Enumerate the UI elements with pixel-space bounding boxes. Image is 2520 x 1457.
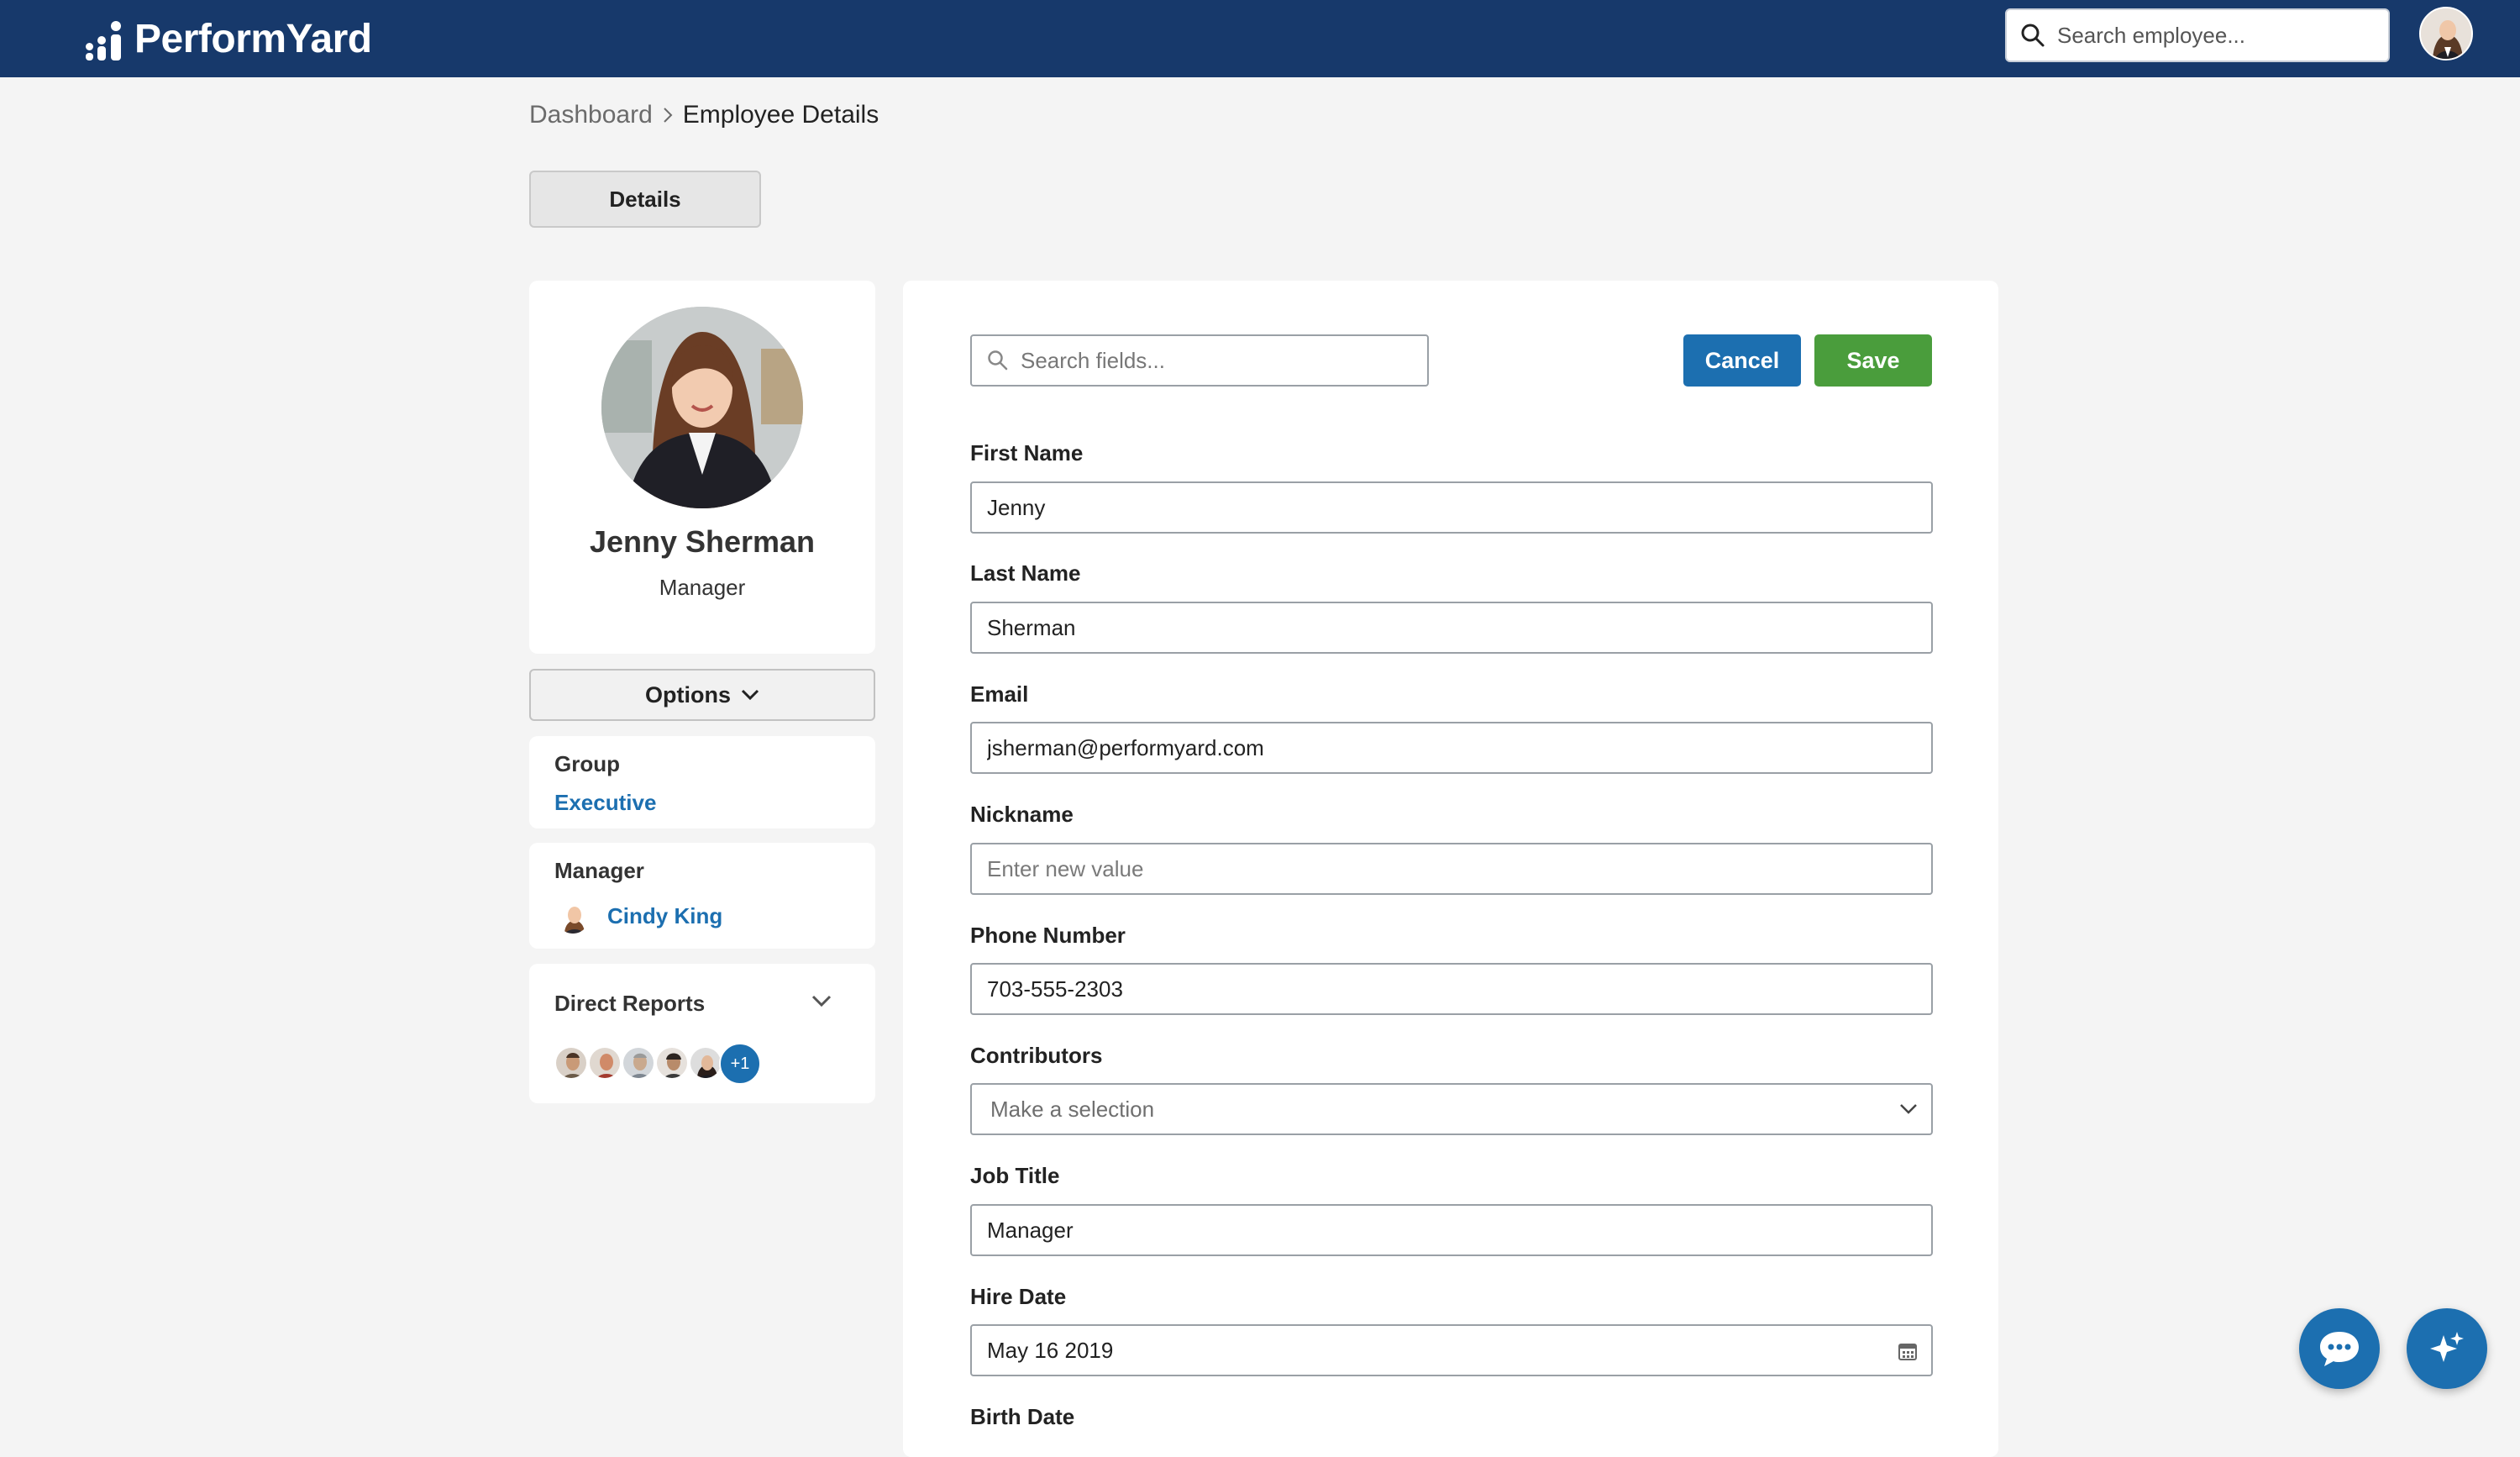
direct-report-avatar[interactable] xyxy=(655,1046,689,1080)
phone-number-input[interactable] xyxy=(987,976,1894,1002)
search-icon xyxy=(988,350,1008,371)
group-value-link[interactable]: Executive xyxy=(554,790,656,816)
ai-assistant-button[interactable] xyxy=(2407,1308,2487,1389)
chevron-right-icon xyxy=(661,106,675,124)
first-name-input[interactable] xyxy=(987,494,1894,521)
chevron-down-icon xyxy=(741,689,759,701)
nickname-input[interactable] xyxy=(987,855,1894,882)
contributors-label: Contributors xyxy=(970,1043,1103,1068)
direct-report-avatar[interactable] xyxy=(588,1046,622,1080)
chevron-down-icon[interactable] xyxy=(811,994,832,1007)
profile-card: Jenny Sherman Manager xyxy=(529,281,875,654)
employee-search-box[interactable] xyxy=(2005,8,2390,62)
breadcrumb-current: Employee Details xyxy=(682,101,879,129)
direct-report-avatar[interactable] xyxy=(622,1046,655,1080)
brand-name: PerformYard xyxy=(134,16,372,61)
manager-avatar xyxy=(554,898,591,935)
phone-number-label: Phone Number xyxy=(970,923,1126,948)
group-card: Group Executive xyxy=(529,736,875,828)
chevron-down-icon xyxy=(1899,1103,1918,1115)
first-name-field[interactable] xyxy=(970,481,1933,534)
group-label: Group xyxy=(554,751,620,776)
last-name-input[interactable] xyxy=(987,614,1894,641)
search-icon xyxy=(2021,24,2045,47)
top-navigation-bar: PerformYard xyxy=(0,0,2520,77)
breadcrumb-dashboard-link[interactable]: Dashboard xyxy=(529,101,653,129)
direct-report-avatar[interactable] xyxy=(554,1046,588,1080)
last-name-field[interactable] xyxy=(970,602,1933,654)
last-name-label: Last Name xyxy=(970,560,1081,586)
options-label: Options xyxy=(645,681,731,707)
job-title-field[interactable] xyxy=(970,1204,1933,1256)
hire-date-input[interactable] xyxy=(987,1337,1894,1364)
contributors-select[interactable]: Make a selection xyxy=(970,1083,1933,1135)
direct-reports-label: Direct Reports xyxy=(554,991,706,1016)
birth-date-label: Birth Date xyxy=(970,1404,1075,1429)
direct-report-avatar[interactable] xyxy=(689,1046,722,1080)
chat-button[interactable] xyxy=(2299,1308,2380,1389)
first-name-label: First Name xyxy=(970,440,1084,466)
job-title-label: Job Title xyxy=(970,1163,1060,1188)
employee-name: Jenny Sherman xyxy=(589,524,816,559)
cancel-button[interactable]: Cancel xyxy=(1683,334,1801,387)
tab-details[interactable]: Details xyxy=(529,171,761,228)
email-label: Email xyxy=(970,681,1029,707)
options-dropdown-button[interactable]: Options xyxy=(529,669,875,721)
sparkle-icon xyxy=(2430,1332,2464,1362)
hire-date-label: Hire Date xyxy=(970,1284,1067,1309)
field-search-input[interactable] xyxy=(1021,347,1407,374)
email-input[interactable] xyxy=(987,734,1894,761)
manager-label: Manager xyxy=(554,858,644,883)
job-title-input[interactable] xyxy=(987,1217,1894,1244)
direct-reports-card: Direct Reports +1 xyxy=(529,964,875,1103)
employee-search-input[interactable] xyxy=(2057,22,2376,49)
field-search-box[interactable] xyxy=(970,334,1429,387)
chat-bubble-icon xyxy=(2320,1332,2359,1366)
manager-name-link[interactable]: Cindy King xyxy=(607,903,722,929)
hire-date-field[interactable] xyxy=(970,1324,1933,1376)
employee-title: Manager xyxy=(659,575,746,600)
nickname-field[interactable] xyxy=(970,843,1933,895)
breadcrumb: Dashboard Employee Details xyxy=(529,101,879,129)
phone-number-field[interactable] xyxy=(970,963,1933,1015)
profile-photo xyxy=(601,307,803,508)
nickname-label: Nickname xyxy=(970,802,1074,827)
calendar-icon[interactable] xyxy=(1898,1341,1918,1361)
employee-form-card: Cancel Save First Name Last Name Email N… xyxy=(903,281,1998,1457)
logo-mark-icon xyxy=(84,18,128,60)
save-button[interactable]: Save xyxy=(1814,334,1932,387)
manager-card: Manager Cindy King xyxy=(529,843,875,949)
contributors-placeholder: Make a selection xyxy=(990,1096,1155,1122)
email-field[interactable] xyxy=(970,722,1933,774)
user-avatar-icon[interactable] xyxy=(2419,7,2473,60)
performyard-logo[interactable]: PerformYard xyxy=(84,15,372,62)
more-direct-reports-badge[interactable]: +1 xyxy=(719,1043,761,1085)
